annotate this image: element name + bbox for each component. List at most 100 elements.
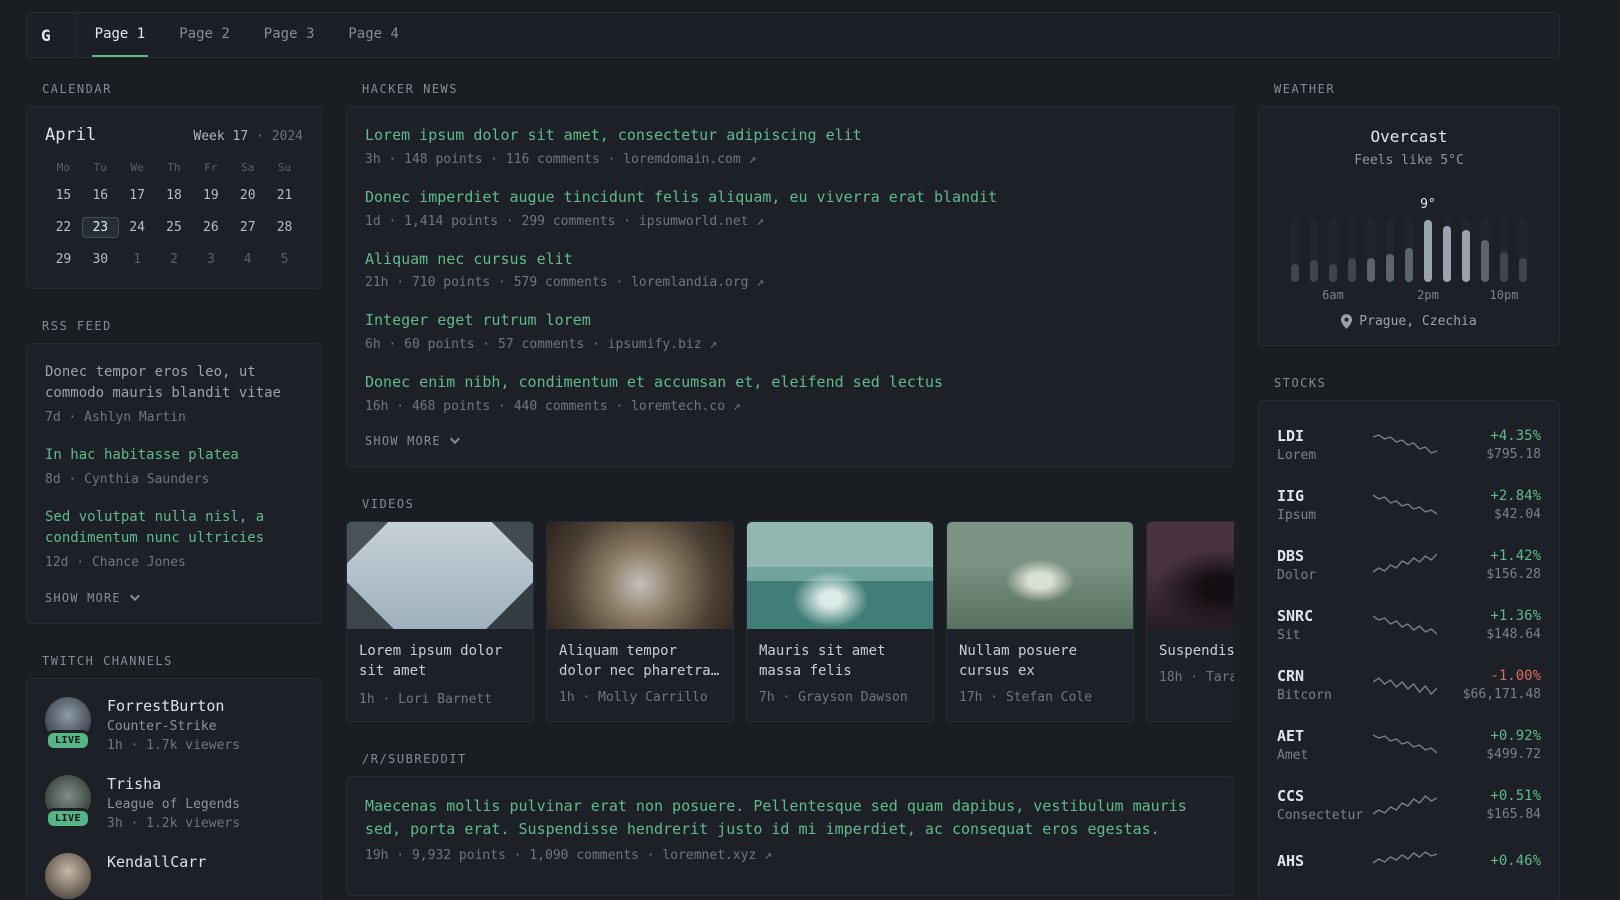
hn-item: Donec imperdiet augue tincidunt felis al… [365, 187, 1215, 229]
video-title[interactable]: Lorem ipsum dolor sit amet consectetu… [359, 641, 521, 683]
twitch-channel[interactable]: LIVE Trisha League of Legends 3h · 1.2k … [44, 774, 303, 831]
avatar-wrap: LIVE [44, 696, 92, 751]
hn-item-meta: 3h · 148 points · 116 comments · loremdo… [365, 151, 757, 167]
subreddit-card: Maecenas mollis pulvinar erat non posuer… [346, 775, 1234, 897]
video-card[interactable]: Lorem ipsum dolor sit amet consectetu… 1… [346, 520, 534, 722]
weather-time-label: 6am [1322, 288, 1344, 302]
stock-change: -1.00% [1490, 668, 1541, 684]
stock-row[interactable]: CRN Bitcorn -1.00% $66,171.48 [1277, 655, 1541, 715]
twitch-card: LIVE ForrestBurton Counter-Strike 1h · 1… [26, 677, 322, 900]
stock-sparkline [1373, 494, 1437, 515]
rss-item-title[interactable]: Sed volutpat nulla nisl, a condimentum n… [45, 507, 303, 549]
hn-item-title[interactable]: Integer eget rutrum lorem [365, 310, 1215, 332]
weather-bar-column [1519, 218, 1528, 302]
tab-page-2[interactable]: Page 2 [176, 13, 233, 57]
weather-section: WEATHER Overcast Feels like 5°C 6am 9° 2pm… [1258, 82, 1560, 346]
weather-bar-column [1443, 218, 1452, 302]
stock-ticker: IIG [1277, 487, 1305, 505]
stock-sparkline [1373, 734, 1437, 754]
video-title[interactable]: Mauris sit amet massa felis [759, 641, 921, 682]
video-card[interactable]: Aliquam tempor dolor nec pharetra… 1h · … [546, 520, 734, 722]
calendar-grid: Mo Tu We Th Fr Sa Su 15 16 17 18 19 20 2… [45, 161, 303, 270]
weather-bar-column: 6am [1322, 218, 1344, 302]
stock-row[interactable]: DBS Dolor +1.42% $156.28 [1277, 535, 1541, 595]
rss-item-title[interactable]: Donec tempor eros leo, ut commodo mauris… [45, 362, 303, 404]
video-thumbnail[interactable] [947, 521, 1133, 629]
rss-section: RSS FEED Donec tempor eros leo, ut commo… [26, 319, 322, 624]
rss-item: Sed volutpat nulla nisl, a condimentum n… [45, 507, 303, 572]
weather-header: WEATHER [1274, 82, 1336, 96]
subreddit-header: /R/SUBREDDIT [362, 751, 467, 766]
video-thumbnail[interactable] [547, 521, 733, 629]
tab-page-4[interactable]: Page 4 [345, 13, 402, 57]
app-logo: G [41, 25, 51, 45]
calendar-day: 24 [129, 220, 145, 235]
stock-row[interactable]: CCS Consectetur +0.51% $165.84 [1277, 775, 1541, 835]
weather-bar-column [1481, 218, 1490, 302]
dow-label: Su [277, 161, 292, 174]
stock-row[interactable]: AET Amet +0.92% $499.72 [1277, 715, 1541, 775]
stock-name: Ipsum [1277, 508, 1317, 523]
hn-item: Integer eget rutrum lorem 6h · 60 points… [365, 310, 1215, 352]
video-title[interactable]: Suspendisse diam [1159, 641, 1234, 661]
twitch-channel[interactable]: KendallCarr [45, 852, 303, 899]
calendar-day: 25 [166, 220, 182, 235]
rss-card: Donec tempor eros leo, ut commodo mauris… [26, 343, 322, 624]
stock-change: +4.35% [1490, 428, 1541, 444]
calendar-week: Week 17 [193, 129, 249, 144]
calendar-day-next-month: 2 [170, 252, 178, 267]
video-title[interactable]: Aliquam tempor dolor nec pharetra… [559, 641, 721, 682]
calendar-day: 27 [239, 220, 256, 235]
weather-bar [1519, 258, 1527, 282]
channel-name[interactable]: KendallCarr [107, 853, 206, 871]
video-card[interactable]: Mauris sit amet massa felis 7h · Grayson… [746, 520, 934, 722]
twitch-channel[interactable]: LIVE ForrestBurton Counter-Strike 1h · 1… [44, 696, 303, 753]
calendar-day: 15 [55, 188, 72, 203]
hn-item-title[interactable]: Donec enim nibh, condimentum et accumsan… [365, 372, 1215, 394]
hn-item-meta: 16h · 468 points · 440 comments · loremt… [365, 398, 741, 414]
hn-show-more-button[interactable]: SHOW MORE [365, 434, 1215, 448]
rss-item-title[interactable]: In hac habitasse platea [45, 445, 303, 466]
calendar-day-next-month: 1 [133, 252, 142, 267]
rss-show-more-button[interactable]: SHOW MORE [45, 591, 303, 605]
stock-row[interactable]: LDI Lorem +4.35% $795.18 [1277, 415, 1541, 475]
tab-page-1[interactable]: Page 1 [91, 13, 149, 57]
stock-name: Amet [1277, 748, 1309, 763]
hn-item-title[interactable]: Lorem ipsum dolor sit amet, consectetur … [365, 125, 1215, 147]
channel-name[interactable]: Trisha [107, 775, 240, 793]
calendar-day: 18 [166, 188, 182, 203]
stock-sparkline [1373, 795, 1437, 815]
stock-ticker: LDI [1277, 427, 1305, 445]
video-meta: 1h · Molly Carrillo [559, 690, 708, 706]
video-thumbnail[interactable] [1147, 521, 1234, 629]
stock-change: +1.42% [1490, 548, 1541, 564]
stock-row[interactable]: IIG Ipsum +2.84% $42.04 [1277, 475, 1541, 535]
rss-item-meta: 7d · Ashlyn Martin [45, 410, 186, 425]
calendar-day-next-month: 4 [243, 252, 252, 267]
weather-bar-column [1310, 218, 1319, 302]
weather-card: Overcast Feels like 5°C 6am 9° 2pm 10pm Pra… [1258, 106, 1560, 346]
video-card[interactable]: Suspendisse diam 18h · Tara [1146, 520, 1234, 722]
channel-game: League of Legends [107, 796, 241, 812]
video-thumbnail[interactable] [747, 521, 933, 629]
stock-row[interactable]: AHS +0.46% [1277, 835, 1541, 889]
hn-item-meta: 21h · 710 points · 579 comments · loreml… [365, 275, 765, 291]
weather-bar-column [1291, 218, 1300, 302]
subreddit-post-title[interactable]: Maecenas mollis pulvinar erat non posuer… [365, 795, 1215, 842]
calendar-day: 17 [129, 188, 145, 203]
stock-change: +0.46% [1490, 852, 1541, 869]
video-title[interactable]: Nullam posuere cursus ex [959, 641, 1121, 682]
weather-bar [1405, 248, 1413, 282]
channel-name[interactable]: ForrestBurton [107, 697, 240, 715]
video-thumbnail[interactable] [347, 521, 533, 629]
rss-item: Donec tempor eros leo, ut commodo mauris… [45, 362, 303, 427]
tab-page-3[interactable]: Page 3 [261, 13, 318, 57]
stock-row[interactable]: SNRC Sit +1.36% $148.64 [1277, 595, 1541, 655]
calendar-week-year: Week 17 · 2024 [193, 129, 303, 144]
calendar-header: CALENDAR [42, 82, 112, 96]
calendar-day: 26 [203, 220, 219, 235]
dow-label: Tu [93, 161, 107, 174]
video-card[interactable]: Nullam posuere cursus ex 17h · Stefan Co… [946, 520, 1134, 722]
hn-item-title[interactable]: Aliquam nec cursus elit [365, 249, 1215, 271]
hn-item-title[interactable]: Donec imperdiet augue tincidunt felis al… [365, 187, 1215, 209]
